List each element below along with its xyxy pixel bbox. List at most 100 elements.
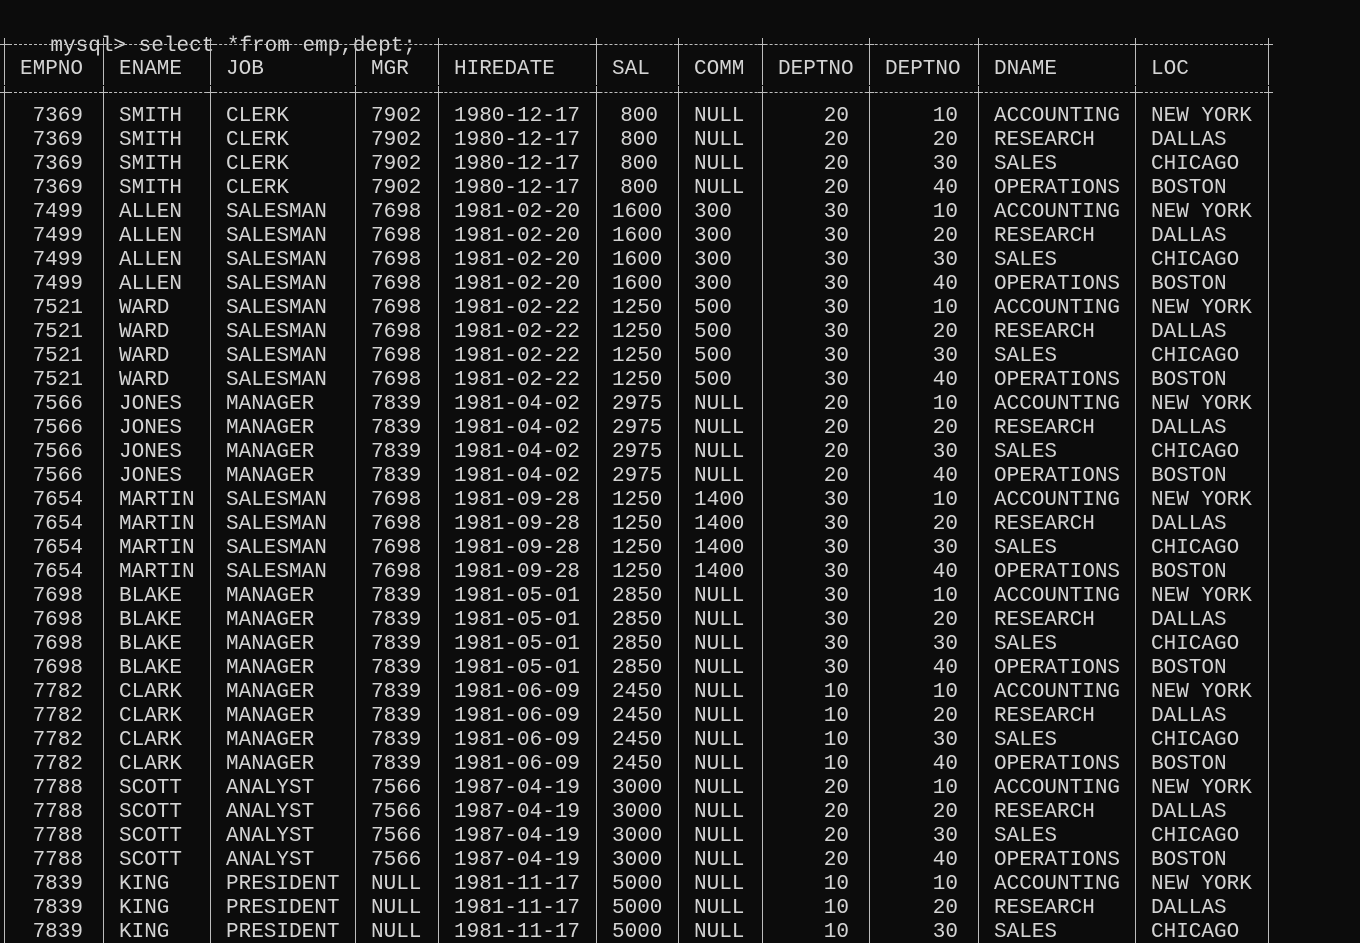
table-cell: 20: [932, 513, 958, 536]
table-cell: 1400: [694, 537, 745, 560]
border-corner: [758, 38, 767, 51]
table-cell: 7698: [32, 585, 83, 608]
table-cell: DALLAS: [1151, 897, 1227, 920]
table-cell: BOSTON: [1151, 177, 1227, 200]
table-cell: 7698: [371, 321, 422, 344]
table-cell: 30: [823, 273, 849, 296]
border-corner: [206, 38, 215, 51]
table-cell: 10: [823, 753, 849, 776]
table-cell: RESEARCH: [994, 417, 1095, 440]
table-cell: NULL: [694, 129, 745, 152]
table-cell: ACCOUNTING: [994, 105, 1121, 128]
table-cell: OPERATIONS: [994, 273, 1121, 296]
table-row: 7566 JONES MANAGER 7839 1981-04-02 2975 NULL 20…: [0, 441, 1360, 465]
table-cell: 1400: [694, 513, 745, 536]
terminal-window[interactable]: mysql> select *from emp,dept; EMPNO ENAME…: [0, 0, 1360, 943]
table-row: 7499 ALLEN SALESMAN 7698 1981-02-20 1600 300 30…: [0, 225, 1360, 249]
table-cell: SALES: [994, 633, 1058, 656]
table-cell: RESEARCH: [994, 801, 1095, 824]
table-cell: OPERATIONS: [994, 657, 1121, 680]
table-cell: 20: [932, 801, 958, 824]
table-cell: 7698: [371, 369, 422, 392]
border-corner: [1131, 38, 1140, 51]
table-cell: 30: [823, 633, 849, 656]
table-row: 7839 KING PRESIDENT NULL 1981-11-17 5000 NULL 1…: [0, 873, 1360, 897]
table-cell: WARD: [119, 369, 170, 392]
table-cell: 500: [694, 369, 732, 392]
table-cell: 20: [932, 705, 958, 728]
table-cell: SMITH: [119, 153, 183, 176]
table-cell: 1981-02-22: [454, 345, 581, 368]
table-cell: 1981-11-17: [454, 921, 581, 943]
table-row: 7782 CLARK MANAGER 7839 1981-06-09 2450 NULL 10…: [0, 753, 1360, 777]
table-cell: 30: [823, 345, 849, 368]
table-cell: 5000: [612, 873, 663, 896]
table-cell: BLAKE: [119, 609, 183, 632]
table-cell: ANALYST: [226, 825, 315, 848]
table-cell: 20: [823, 849, 849, 872]
column-header: EMPNO: [20, 58, 84, 81]
table-cell: 7499: [32, 249, 83, 272]
table-cell: 500: [694, 321, 732, 344]
column-header: LOC: [1151, 58, 1189, 81]
table-cell: 20: [932, 417, 958, 440]
table-cell: ACCOUNTING: [994, 777, 1121, 800]
table-cell: 2975: [612, 393, 663, 416]
table-row: 7369 SMITH CLERK 7902 1980-12-17 800 NULL 20 10 A…: [0, 105, 1360, 129]
table-cell: 20: [932, 897, 958, 920]
table-cell: 1250: [612, 345, 663, 368]
border-corner: [592, 38, 601, 51]
table-cell: PRESIDENT: [226, 921, 340, 943]
table-cell: CHICAGO: [1151, 729, 1240, 752]
table-cell: SALESMAN: [226, 513, 327, 536]
table-cell: 300: [694, 273, 732, 296]
table-cell: 10: [823, 897, 849, 920]
table-cell: 1250: [612, 369, 663, 392]
border-corner: [434, 38, 443, 51]
column-separator: [438, 51, 439, 85]
table-cell: 20: [823, 441, 849, 464]
table-cell: CLERK: [226, 153, 290, 176]
table-cell: NULL: [694, 657, 745, 680]
table-cell: SALES: [994, 921, 1058, 943]
table-cell: 7839: [371, 393, 422, 416]
table-cell: 1600: [612, 249, 663, 272]
table-cell: NULL: [694, 633, 745, 656]
table-cell: SALESMAN: [226, 489, 327, 512]
table-row: 7521 WARD SALESMAN 7698 1981-02-22 1250 500 30 4…: [0, 369, 1360, 393]
table-cell: 7839: [371, 705, 422, 728]
table-cell: 7698: [32, 609, 83, 632]
table-cell: MANAGER: [226, 417, 315, 440]
table-cell: CHICAGO: [1151, 537, 1240, 560]
table-cell: 30: [932, 633, 958, 656]
table-cell: 40: [932, 177, 958, 200]
table-cell: 7902: [371, 105, 422, 128]
table-cell: 7566: [371, 825, 422, 848]
table-cell: 10: [932, 105, 958, 128]
table-cell: CLERK: [226, 177, 290, 200]
table-cell: BOSTON: [1151, 753, 1227, 776]
table-cell: 800: [620, 153, 658, 176]
border-corner: [674, 38, 683, 51]
table-cell: 1981-05-01: [454, 657, 581, 680]
border-corner: [206, 86, 215, 99]
table-cell: SCOTT: [119, 825, 183, 848]
table-cell: SALESMAN: [226, 273, 327, 296]
table-cell: 1980-12-17: [454, 153, 581, 176]
table-cell: 30: [823, 201, 849, 224]
table-cell: 7521: [32, 321, 83, 344]
table-cell: BLAKE: [119, 585, 183, 608]
table-cell: BOSTON: [1151, 657, 1227, 680]
table-cell: 7839: [32, 873, 83, 896]
table-cell: 7788: [32, 825, 83, 848]
table-cell: 1981-06-09: [454, 705, 581, 728]
table-cell: 10: [932, 873, 958, 896]
table-cell: 3000: [612, 801, 663, 824]
table-cell: WARD: [119, 345, 170, 368]
table-cell: ANALYST: [226, 777, 315, 800]
table-cell: NULL: [694, 465, 745, 488]
column-separator: [596, 99, 597, 943]
border-corner: [99, 38, 108, 51]
table-cell: 1987-04-19: [454, 849, 581, 872]
table-cell: ACCOUNTING: [994, 681, 1121, 704]
